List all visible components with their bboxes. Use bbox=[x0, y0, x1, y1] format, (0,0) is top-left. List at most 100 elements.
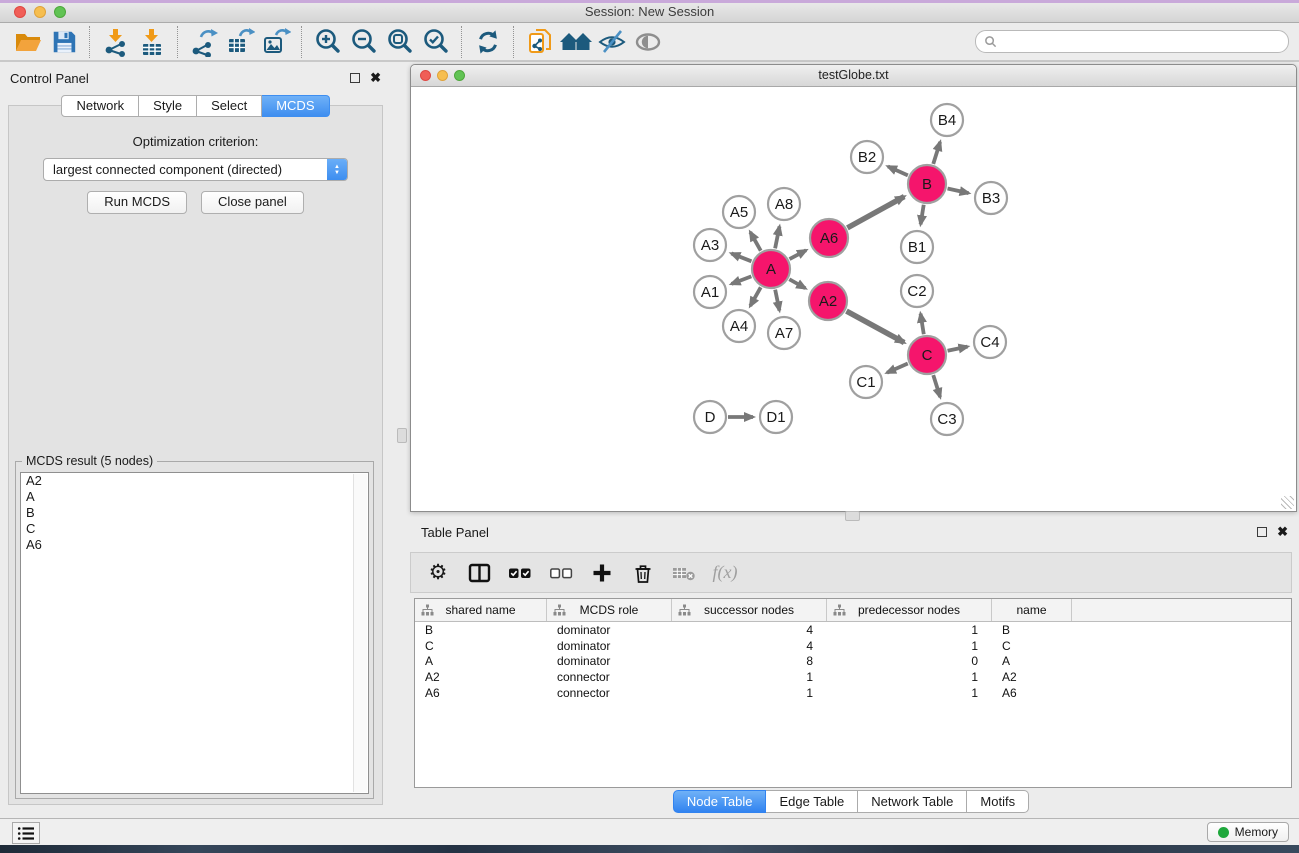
graph-edge-C-C2[interactable] bbox=[921, 314, 924, 335]
column-header-shared-name[interactable]: shared name bbox=[415, 599, 547, 621]
graph-node-A7[interactable]: A7 bbox=[768, 317, 800, 349]
tab-network[interactable]: Network bbox=[61, 95, 139, 117]
mcds-result-item[interactable]: C bbox=[21, 521, 368, 537]
export-image-button[interactable] bbox=[258, 25, 294, 59]
panel-splitter-handle[interactable] bbox=[397, 428, 407, 443]
search-box[interactable] bbox=[975, 30, 1289, 53]
graph-edge-B-B3[interactable] bbox=[948, 188, 969, 193]
graph-edge-A-A6[interactable] bbox=[790, 250, 807, 259]
cell-mcds-role[interactable]: connector bbox=[547, 670, 672, 684]
add-column-button[interactable] bbox=[589, 560, 615, 586]
graph-edge-C-C1[interactable] bbox=[887, 363, 908, 372]
cell-predecessor-nodes[interactable]: 1 bbox=[827, 639, 992, 653]
tab-style[interactable]: Style bbox=[139, 95, 197, 117]
import-table-button[interactable] bbox=[134, 25, 170, 59]
graph-edge-A6-B[interactable] bbox=[847, 197, 904, 228]
network-snapshot-button[interactable] bbox=[522, 25, 558, 59]
cell-mcds-role[interactable]: connector bbox=[547, 686, 672, 700]
delete-column-button[interactable] bbox=[630, 560, 656, 586]
graph-node-A2[interactable]: A2 bbox=[809, 282, 847, 320]
table-row[interactable]: Cdominator41C bbox=[415, 638, 1291, 654]
result-scrollbar[interactable] bbox=[353, 474, 367, 792]
column-header-name[interactable]: name bbox=[992, 599, 1072, 621]
cell-mcds-role[interactable]: dominator bbox=[547, 639, 672, 653]
network-minimize-button[interactable] bbox=[437, 70, 448, 81]
window-resize-grip[interactable] bbox=[1281, 496, 1294, 509]
cell-shared-name[interactable]: A2 bbox=[415, 670, 547, 684]
cell-name[interactable]: A bbox=[992, 654, 1072, 668]
network-close-button[interactable] bbox=[420, 70, 431, 81]
select-all-button[interactable] bbox=[507, 560, 533, 586]
cell-successor-nodes[interactable]: 4 bbox=[672, 639, 827, 653]
graph-edge-C-C3[interactable] bbox=[933, 375, 940, 397]
tab-motifs[interactable]: Motifs bbox=[967, 790, 1029, 813]
graph-edge-A-A7[interactable] bbox=[775, 290, 779, 311]
graph-edge-A-A5[interactable] bbox=[750, 232, 760, 251]
graph-node-C1[interactable]: C1 bbox=[850, 366, 882, 398]
network-maximize-button[interactable] bbox=[454, 70, 465, 81]
mcds-result-item[interactable]: A bbox=[21, 489, 368, 505]
close-table-panel-icon[interactable]: ✖ bbox=[1277, 526, 1288, 537]
zoom-in-button[interactable] bbox=[310, 25, 346, 59]
cell-predecessor-nodes[interactable]: 1 bbox=[827, 686, 992, 700]
split-view-button[interactable] bbox=[466, 560, 492, 586]
refresh-button[interactable] bbox=[470, 25, 506, 59]
cell-predecessor-nodes[interactable]: 0 bbox=[827, 654, 992, 668]
graph-edge-B-B1[interactable] bbox=[921, 205, 924, 225]
cell-name[interactable]: A6 bbox=[992, 686, 1072, 700]
graph-node-A[interactable]: A bbox=[752, 250, 790, 288]
zoom-selected-button[interactable] bbox=[418, 25, 454, 59]
table-row[interactable]: A6connector11A6 bbox=[415, 685, 1291, 701]
graph-node-B1[interactable]: B1 bbox=[901, 231, 933, 263]
graph-edge-A-A8[interactable] bbox=[775, 227, 779, 249]
table-row[interactable]: Bdominator41B bbox=[415, 622, 1291, 638]
graph-edge-A2-C[interactable] bbox=[846, 311, 904, 342]
cell-name[interactable]: B bbox=[992, 623, 1072, 637]
table-splitter-handle[interactable] bbox=[845, 511, 860, 521]
graph-edge-A-A3[interactable] bbox=[731, 253, 751, 261]
export-table-button[interactable] bbox=[222, 25, 258, 59]
cell-successor-nodes[interactable]: 8 bbox=[672, 654, 827, 668]
graph-node-A4[interactable]: A4 bbox=[723, 310, 755, 342]
hide-details-button[interactable] bbox=[594, 25, 630, 59]
graph-node-B4[interactable]: B4 bbox=[931, 104, 963, 136]
tab-mcds[interactable]: MCDS bbox=[262, 95, 329, 117]
cell-successor-nodes[interactable]: 4 bbox=[672, 623, 827, 637]
graph-node-C4[interactable]: C4 bbox=[974, 326, 1006, 358]
graph-node-A1[interactable]: A1 bbox=[694, 276, 726, 308]
graph-edge-B-B4[interactable] bbox=[933, 142, 940, 164]
graph-node-D[interactable]: D bbox=[694, 401, 726, 433]
float-table-panel-icon[interactable] bbox=[1257, 527, 1267, 537]
cell-successor-nodes[interactable]: 1 bbox=[672, 686, 827, 700]
graph-node-A3[interactable]: A3 bbox=[694, 229, 726, 261]
table-settings-button[interactable]: ⚙ bbox=[425, 560, 451, 586]
graph-node-A8[interactable]: A8 bbox=[768, 188, 800, 220]
tab-edge-table[interactable]: Edge Table bbox=[766, 790, 858, 813]
show-details-button[interactable] bbox=[630, 25, 666, 59]
graph-edge-A-A4[interactable] bbox=[750, 287, 760, 306]
open-file-button[interactable] bbox=[10, 25, 46, 59]
cell-mcds-role[interactable]: dominator bbox=[547, 623, 672, 637]
column-header-mcds-role[interactable]: MCDS role bbox=[547, 599, 672, 621]
float-panel-icon[interactable] bbox=[350, 73, 360, 83]
export-network-button[interactable] bbox=[186, 25, 222, 59]
home-button[interactable] bbox=[558, 25, 594, 59]
run-mcds-button[interactable]: Run MCDS bbox=[87, 191, 187, 214]
graph-node-C3[interactable]: C3 bbox=[931, 403, 963, 435]
graph-node-B3[interactable]: B3 bbox=[975, 182, 1007, 214]
save-session-button[interactable] bbox=[46, 25, 82, 59]
graph-edge-A-A2[interactable] bbox=[789, 279, 805, 288]
show-panels-button[interactable] bbox=[12, 822, 40, 844]
tab-network-table[interactable]: Network Table bbox=[858, 790, 967, 813]
column-header-successor-nodes[interactable]: successor nodes bbox=[672, 599, 827, 621]
cell-shared-name[interactable]: B bbox=[415, 623, 547, 637]
graph-edge-C-C4[interactable] bbox=[948, 347, 968, 351]
search-input[interactable] bbox=[1002, 34, 1280, 50]
import-network-button[interactable] bbox=[98, 25, 134, 59]
graph-edge-B-B2[interactable] bbox=[888, 166, 908, 175]
tab-node-table[interactable]: Node Table bbox=[673, 790, 767, 813]
cell-predecessor-nodes[interactable]: 1 bbox=[827, 670, 992, 684]
memory-button[interactable]: Memory bbox=[1207, 822, 1289, 842]
graph-node-C[interactable]: C bbox=[908, 336, 946, 374]
table-row[interactable]: Adominator80A bbox=[415, 653, 1291, 669]
